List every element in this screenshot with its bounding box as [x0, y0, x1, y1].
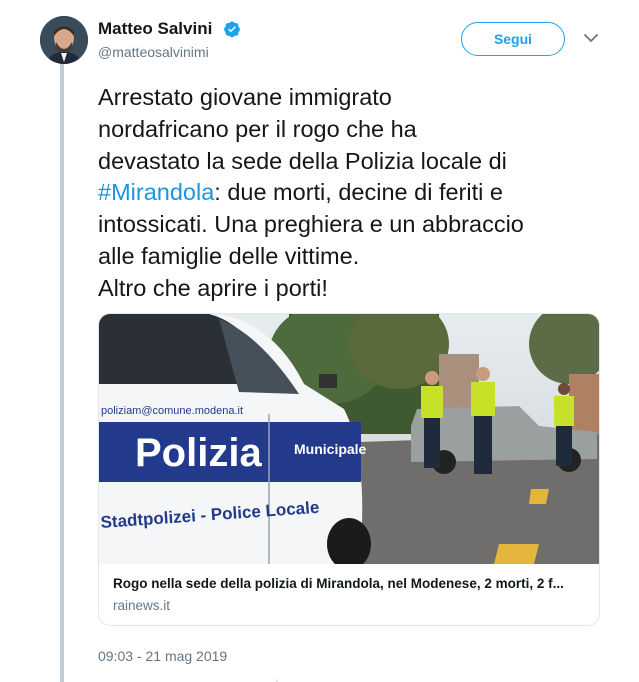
- tweet-line-rest: : due morti, decine di feriti e: [214, 179, 503, 206]
- avatar[interactable]: [40, 16, 88, 64]
- card-title[interactable]: Rogo nella sede della polizia di Mirando…: [113, 576, 564, 591]
- follow-button[interactable]: Segui: [461, 22, 565, 56]
- card-image: poliziam@comune.modena.it Polizia Munici…: [99, 314, 599, 564]
- author-handle[interactable]: @matteosalvinimi: [98, 44, 209, 60]
- tweet-line: intossicati. Una preghiera e un abbracci…: [98, 211, 524, 238]
- chevron-down-icon[interactable]: [583, 32, 599, 44]
- link-card[interactable]: poliziam@comune.modena.it Polizia Munici…: [98, 313, 600, 626]
- tweet-timestamp[interactable]: 09:03 - 21 mag 2019: [98, 648, 227, 664]
- card-image-unit: Municipale: [294, 441, 367, 457]
- thread-line: [60, 64, 64, 682]
- tweet-line: devastato la sede della Polizia locale d…: [98, 147, 507, 174]
- card-image-email: poliziam@comune.modena.it: [101, 405, 243, 417]
- tweet-text: Arrestato giovane immigrato nordafricano…: [98, 82, 608, 305]
- tweet-line-with-hashtag: #Mirandola: due morti, decine di feriti …: [98, 177, 608, 209]
- avatar-image: [40, 16, 88, 64]
- card-domain: rainews.it: [113, 598, 171, 613]
- tweet-line: Altro che aprire i porti!: [98, 274, 328, 301]
- tweet-line: alle famiglie delle vittime.: [98, 242, 360, 269]
- verified-badge-icon: [224, 21, 240, 38]
- author-name[interactable]: Matteo Salvini: [98, 19, 212, 39]
- tweet-line: Arrestato giovane immigrato: [98, 84, 392, 110]
- card-image-brand: Polizia: [135, 431, 262, 475]
- hashtag-link[interactable]: #Mirandola: [98, 179, 214, 205]
- tweet-line: nordafricano per il rogo che ha: [98, 115, 417, 142]
